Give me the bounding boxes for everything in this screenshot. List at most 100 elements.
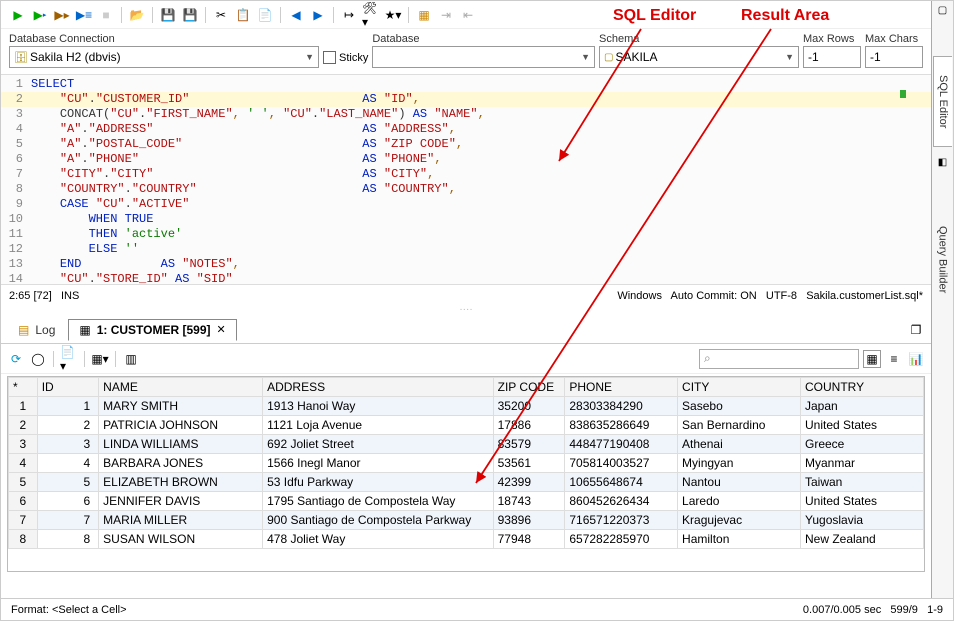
select-all-icon[interactable]: ▦▾ (91, 350, 109, 368)
cell-address[interactable]: 900 Santiago de Compostela Parkway (263, 511, 494, 530)
cell-city[interactable]: San Bernardino (678, 416, 801, 435)
cell-country[interactable]: Taiwan (801, 473, 924, 492)
cell-country[interactable]: United States (801, 416, 924, 435)
cell-name[interactable]: MARIA MILLER (99, 511, 263, 530)
sticky-checkbox[interactable] (323, 51, 336, 64)
cell-city[interactable]: Sasebo (678, 397, 801, 416)
table-row[interactable]: 6 6 JENNIFER DAVIS 1795 Santiago de Comp… (9, 492, 924, 511)
col-4[interactable]: ZIP CODE (493, 378, 565, 397)
cell-country[interactable]: Yugoslavia (801, 511, 924, 530)
cell-phone[interactable]: 448477190408 (565, 435, 678, 454)
cell-zip[interactable]: 93896 (493, 511, 565, 530)
undo-icon[interactable]: ◀ (287, 6, 305, 24)
pin-icon[interactable]: ◯ (29, 350, 47, 368)
col-5[interactable]: PHONE (565, 378, 678, 397)
run-icon[interactable]: ▶ (9, 6, 27, 24)
close-icon[interactable]: ✕ (217, 323, 226, 336)
cell-name[interactable]: BARBARA JONES (99, 454, 263, 473)
cell-phone[interactable]: 705814003527 (565, 454, 678, 473)
cell-phone[interactable]: 716571220373 (565, 511, 678, 530)
cell-id[interactable]: 8 (37, 530, 98, 549)
cell-name[interactable]: JENNIFER DAVIS (99, 492, 263, 511)
cell-phone[interactable]: 657282285970 (565, 530, 678, 549)
export-result-icon[interactable]: ▦ (415, 6, 433, 24)
cell-country[interactable]: Greece (801, 435, 924, 454)
col-0[interactable]: * (9, 378, 38, 397)
tab-result-1[interactable]: ▦ 1: CUSTOMER [599] ✕ (68, 319, 236, 341)
cell-name[interactable]: SUSAN WILSON (99, 530, 263, 549)
cell-zip[interactable]: 53561 (493, 454, 565, 473)
cell-name[interactable]: PATRICIA JOHNSON (99, 416, 263, 435)
run-all-icon[interactable]: ▶≡ (75, 6, 93, 24)
cell-city[interactable]: Athenai (678, 435, 801, 454)
cell-id[interactable]: 4 (37, 454, 98, 473)
sql-editor[interactable]: 1234567891011121314 SELECT "CU"."CUSTOME… (1, 74, 931, 284)
export-icon[interactable]: ⇥ (437, 6, 455, 24)
cell-id[interactable]: 3 (37, 435, 98, 454)
cell-country[interactable]: New Zealand (801, 530, 924, 549)
cell-phone[interactable]: 838635286649 (565, 416, 678, 435)
grid-search-input[interactable] (699, 349, 859, 369)
view-mode-icon[interactable]: ▥ (122, 350, 140, 368)
db-connection-combo[interactable]: 🗄 Sakila H2 (dbvis) ▼ (9, 46, 319, 68)
table-row[interactable]: 8 8 SUSAN WILSON 478 Joliet Way 77948 65… (9, 530, 924, 549)
table-row[interactable]: 3 3 LINDA WILLIAMS 692 Joliet Street 835… (9, 435, 924, 454)
cell-id[interactable]: 7 (37, 511, 98, 530)
cell-country[interactable]: Myanmar (801, 454, 924, 473)
cell-address[interactable]: 1795 Santiago de Compostela Way (263, 492, 494, 511)
chart-view-icon[interactable]: 📊 (907, 350, 925, 368)
copy-icon[interactable]: 📋 (234, 6, 252, 24)
cell-zip[interactable]: 17886 (493, 416, 565, 435)
cell-zip[interactable]: 83579 (493, 435, 565, 454)
settings-icon[interactable]: 🛠▾ (362, 6, 380, 24)
table-row[interactable]: 4 4 BARBARA JONES 1566 Inegl Manor 53561… (9, 454, 924, 473)
cell-zip[interactable]: 18743 (493, 492, 565, 511)
cell-id[interactable]: 5 (37, 473, 98, 492)
schema-combo[interactable]: ▢ SAKILA ▼ (599, 46, 799, 68)
table-row[interactable]: 2 2 PATRICIA JOHNSON 1121 Loja Avenue 17… (9, 416, 924, 435)
run-step-icon[interactable]: ▶▸ (53, 6, 71, 24)
cell-address[interactable]: 1566 Inegl Manor (263, 454, 494, 473)
sticky-checkbox-group[interactable]: Sticky (323, 51, 368, 68)
cell-phone[interactable]: 28303384290 (565, 397, 678, 416)
cell-name[interactable]: MARY SMITH (99, 397, 263, 416)
grid-search[interactable] (699, 349, 859, 369)
splitter[interactable]: ···· (1, 306, 931, 316)
cell-country[interactable]: United States (801, 492, 924, 511)
save-as-icon[interactable]: 💾 (181, 6, 199, 24)
cell-address[interactable]: 1913 Hanoi Way (263, 397, 494, 416)
tab-log[interactable]: ▤ Log (7, 319, 66, 341)
cell-zip[interactable]: 42399 (493, 473, 565, 492)
grid-view-icon[interactable]: ▦ (863, 350, 881, 368)
maxrows-input[interactable] (803, 46, 861, 68)
text-view-icon[interactable]: ≡ (885, 350, 903, 368)
cell-name[interactable]: LINDA WILLIAMS (99, 435, 263, 454)
cell-phone[interactable]: 860452626434 (565, 492, 678, 511)
cell-city[interactable]: Nantou (678, 473, 801, 492)
cell-city[interactable]: Kragujevac (678, 511, 801, 530)
cell-id[interactable]: 2 (37, 416, 98, 435)
cell-zip[interactable]: 35200 (493, 397, 565, 416)
cell-zip[interactable]: 77948 (493, 530, 565, 549)
cell-address[interactable]: 53 Idfu Parkway (263, 473, 494, 492)
database-combo[interactable]: ▼ (372, 46, 595, 68)
col-7[interactable]: COUNTRY (801, 378, 924, 397)
run-script-icon[interactable]: ▶▸ (31, 6, 49, 24)
cell-address[interactable]: 478 Joliet Way (263, 530, 494, 549)
sidetab-query-builder[interactable]: Query Builder (934, 208, 952, 311)
col-1[interactable]: ID (37, 378, 98, 397)
cell-city[interactable]: Hamilton (678, 530, 801, 549)
sql-code[interactable]: SELECT "CU"."CUSTOMER_ID" AS "ID", CONCA… (31, 75, 927, 284)
maximize-panel-icon[interactable]: ❐ (907, 321, 925, 339)
cell-city[interactable]: Myingyan (678, 454, 801, 473)
cell-id[interactable]: 6 (37, 492, 98, 511)
table-row[interactable]: 7 7 MARIA MILLER 900 Santiago de Compost… (9, 511, 924, 530)
stop-icon[interactable]: ■ (97, 6, 115, 24)
col-6[interactable]: CITY (678, 378, 801, 397)
cell-id[interactable]: 1 (37, 397, 98, 416)
sidetab-sql-editor[interactable]: SQL Editor (933, 56, 952, 147)
paste-icon[interactable]: 📄 (256, 6, 274, 24)
result-grid[interactable]: *IDNAMEADDRESSZIP CODEPHONECITYCOUNTRY 1… (7, 376, 925, 572)
export-grid-icon[interactable]: 📄▾ (60, 350, 78, 368)
maxchars-input[interactable] (865, 46, 923, 68)
